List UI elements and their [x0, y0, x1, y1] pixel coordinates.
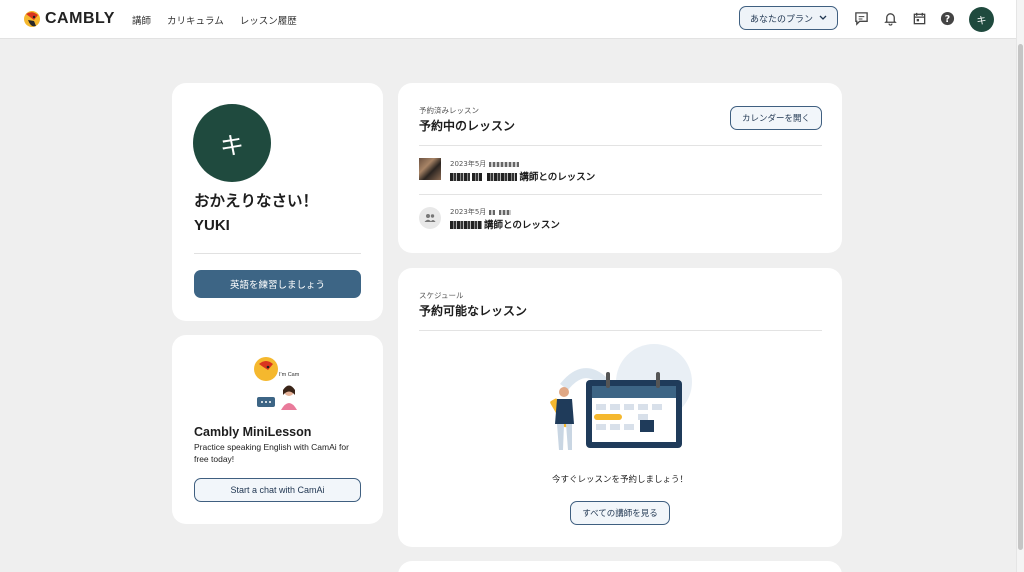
- schedule-card: スケジュール 予約可能なレッスン 今すぐレッスンを予約しましょう！ すべての講師…: [398, 268, 842, 547]
- lesson-item[interactable]: 講師とのレッスン: [450, 169, 595, 183]
- booked-sub-label: 予約済みレッスン: [419, 106, 479, 115]
- nav-tutors[interactable]: 講師: [132, 13, 151, 27]
- nav-curriculum[interactable]: カリキュラム: [167, 13, 224, 27]
- user-avatar[interactable]: キ: [969, 7, 994, 32]
- cambly-logo[interactable]: CAMBLY: [22, 7, 115, 31]
- plan-dropdown-button[interactable]: あなたのプラン: [739, 6, 838, 30]
- divider: [419, 194, 822, 195]
- main-nav: 講師 カリキュラム レッスン履歴: [132, 13, 297, 27]
- view-all-tutors-button[interactable]: すべての講師を見る: [570, 501, 670, 525]
- lesson-date: 2023年5月: [450, 159, 521, 169]
- minilesson-card: I'm Cam Cambly MiniLesson Practice speak…: [172, 335, 383, 524]
- welcome-card: キ おかえりなさい！ YUKI 英語を練習しましょう: [172, 83, 383, 321]
- minilesson-description: Practice speaking English with CamAi for…: [194, 442, 349, 464]
- divider: [194, 253, 361, 254]
- calendar-icon[interactable]: [912, 11, 927, 26]
- tutor-avatar: [419, 207, 441, 229]
- chevron-down-icon: [819, 15, 827, 20]
- scrollbar-thumb[interactable]: [1018, 44, 1023, 550]
- profile-avatar: キ: [193, 104, 271, 182]
- practice-english-button[interactable]: 英語を練習しましょう: [194, 270, 361, 298]
- tutor-photo: [419, 158, 441, 180]
- username: YUKI: [194, 217, 230, 234]
- im-cam-label: I'm Cam: [279, 372, 300, 378]
- plan-button-label: あなたのプラン: [749, 14, 813, 25]
- chat-icon[interactable]: [854, 11, 869, 26]
- start-chat-camai-button[interactable]: Start a chat with CamAi: [194, 478, 361, 502]
- logo-bird-icon: [24, 11, 40, 27]
- top-bar: CAMBLY 講師 カリキュラム レッスン履歴 あなたのプラン ? キ: [0, 0, 1016, 39]
- lesson-date: 2023年5月: [450, 207, 513, 217]
- minilesson-title: Cambly MiniLesson: [194, 425, 312, 439]
- lesson-item[interactable]: 講師とのレッスン: [450, 217, 560, 231]
- svg-text:?: ?: [945, 14, 950, 25]
- greeting-text: おかえりなさい！: [194, 192, 319, 210]
- calendar-illustration-icon: [550, 344, 692, 450]
- camai-illustration-icon: I'm Cam: [254, 357, 300, 410]
- booking-prompt: 今すぐレッスンを予約しましょう！: [551, 475, 688, 485]
- people-icon: [424, 214, 436, 222]
- open-calendar-button[interactable]: カレンダーを開く: [730, 106, 822, 130]
- bell-icon[interactable]: [883, 11, 898, 26]
- schedule-sub-label: スケジュール: [419, 291, 464, 300]
- page-scrollbar[interactable]: [1016, 0, 1024, 572]
- nav-lesson-history[interactable]: レッスン履歴: [240, 13, 297, 27]
- help-icon[interactable]: ?: [940, 11, 955, 26]
- divider: [419, 145, 822, 146]
- booked-lessons-card: 予約済みレッスン 予約中のレッスン カレンダーを開く 2023年5月 講師とのレ…: [398, 83, 842, 253]
- booked-title: 予約中のレッスン: [419, 119, 516, 133]
- divider: [419, 330, 822, 331]
- logo-text: CAMBLY: [45, 10, 115, 27]
- next-card: [398, 561, 842, 572]
- schedule-title: 予約可能なレッスン: [419, 304, 528, 318]
